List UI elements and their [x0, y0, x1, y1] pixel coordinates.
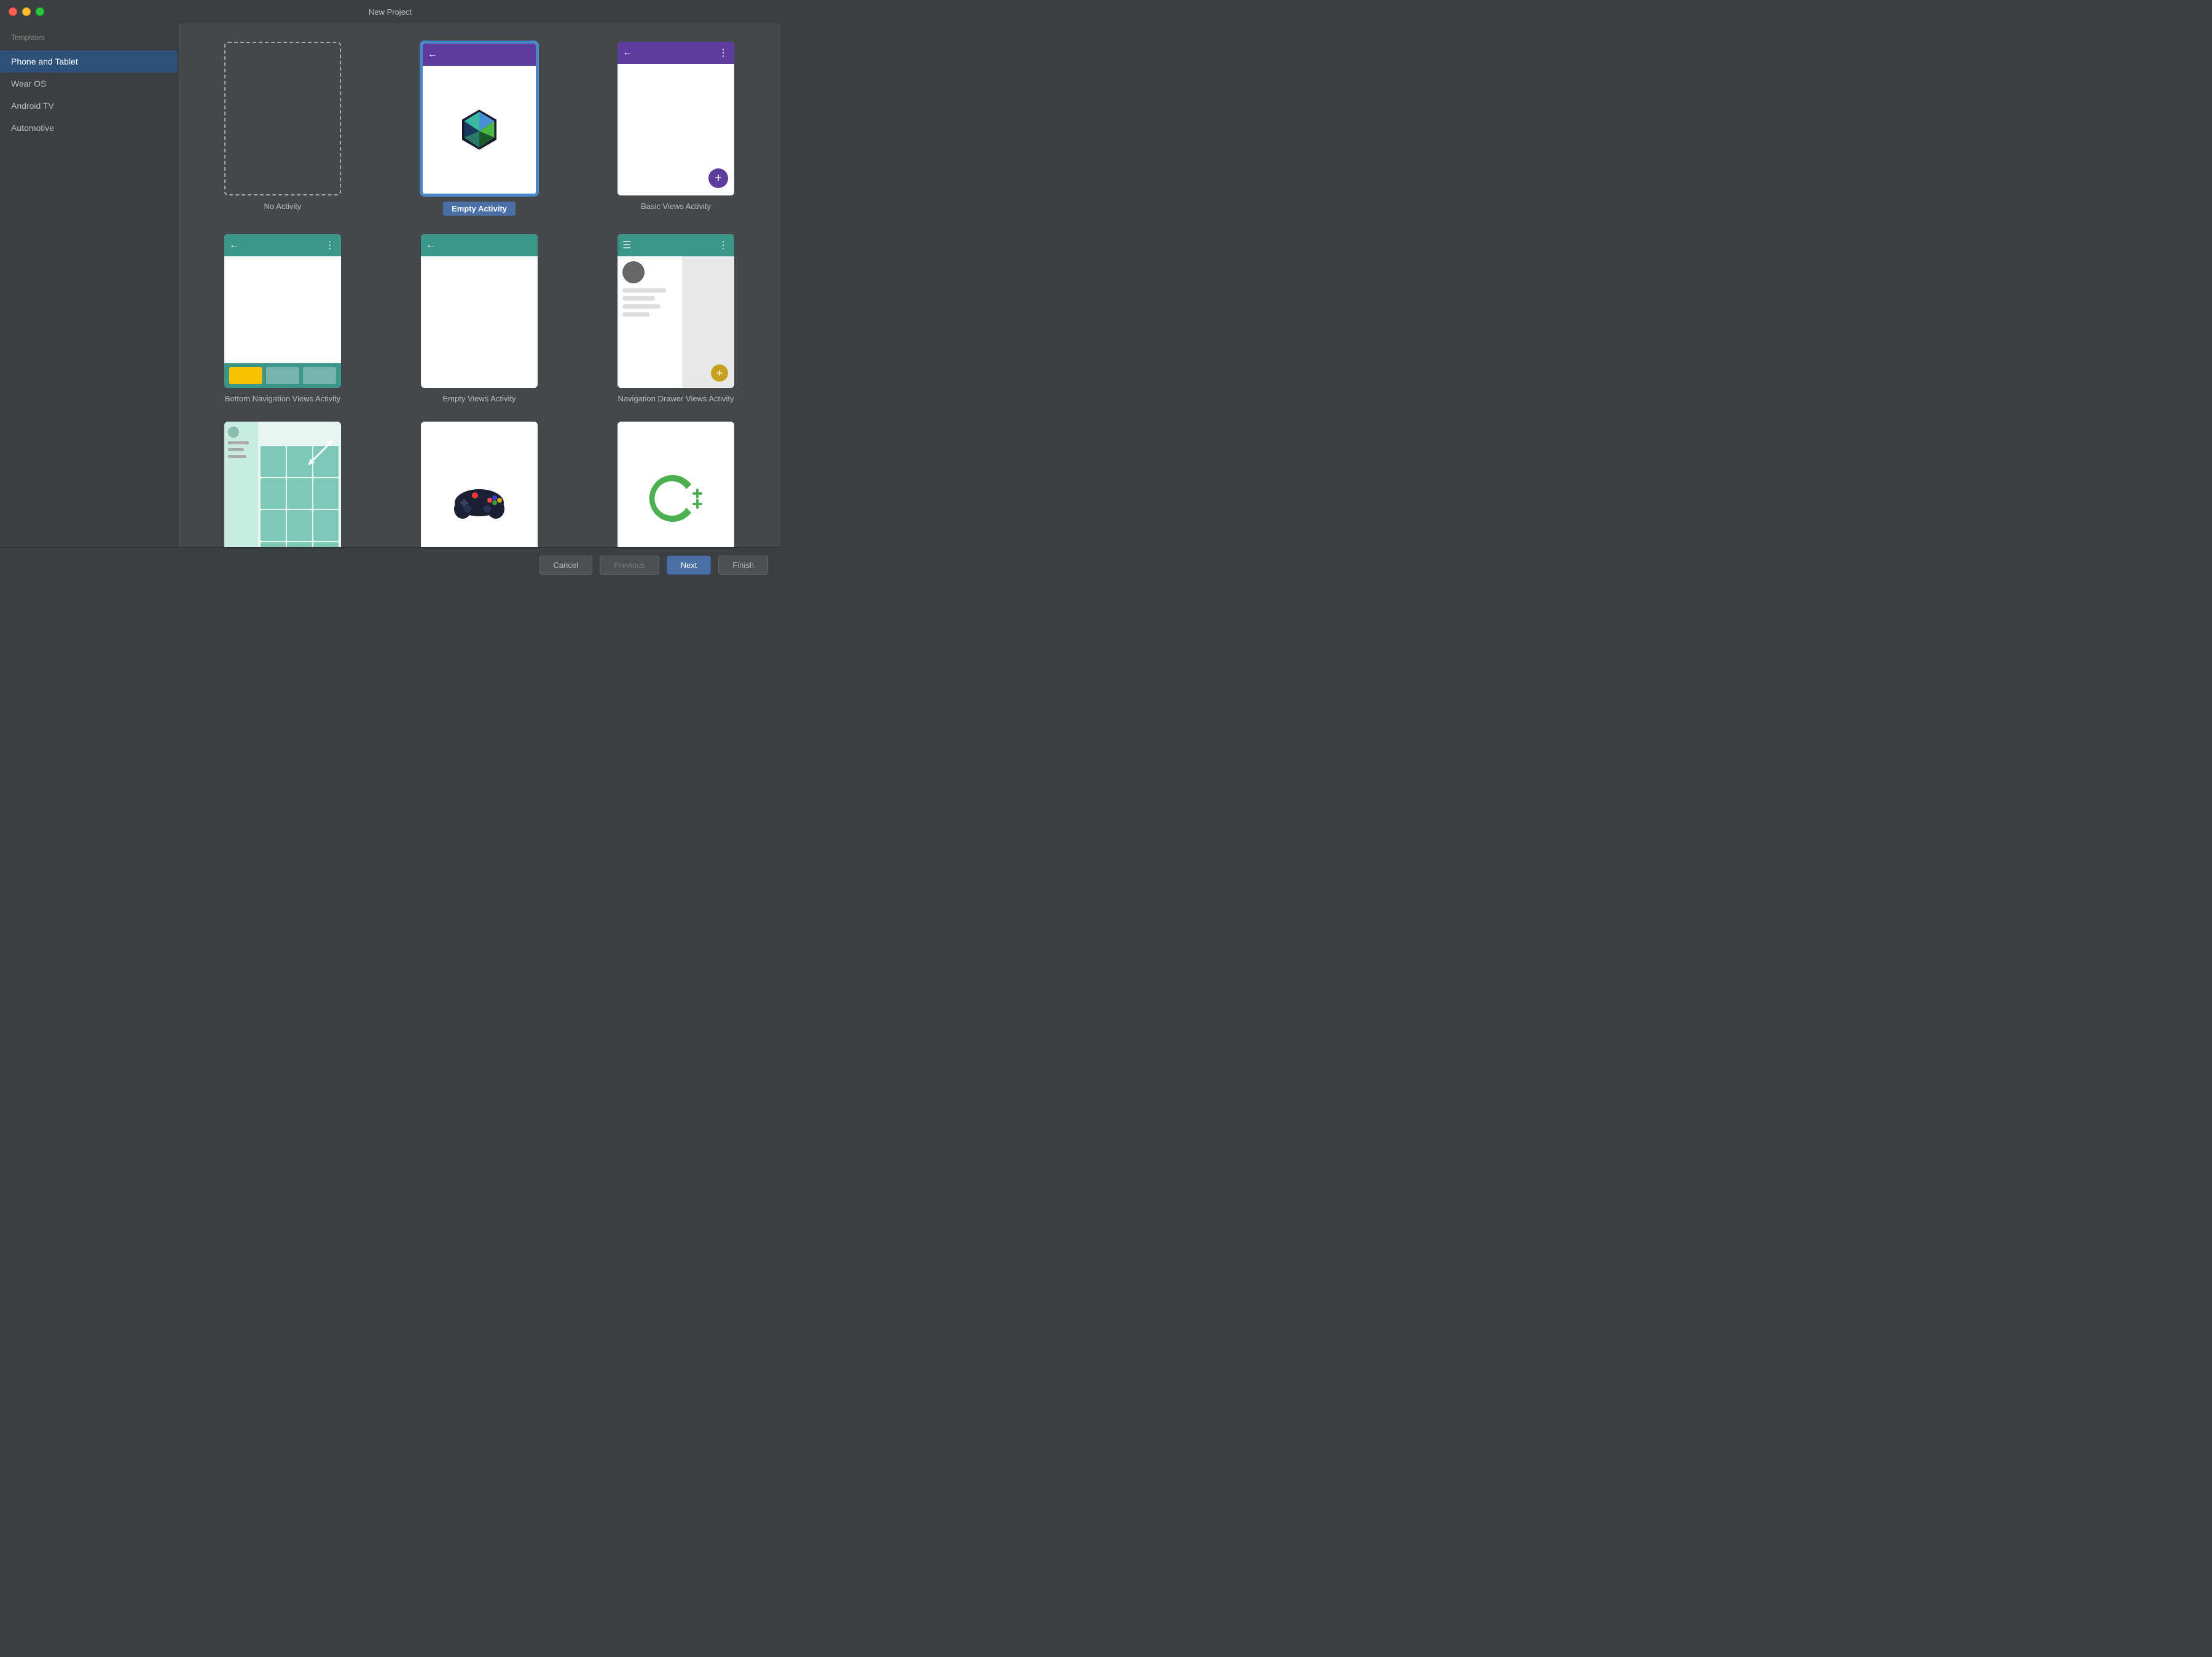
cpp-logo-icon — [648, 471, 704, 526]
phone-body-empty — [423, 66, 536, 194]
phone-mockup-empty: ← — [423, 44, 536, 194]
template-nav-drawer-label: Navigation Drawer Views Activity — [618, 394, 734, 403]
template-no-activity[interactable]: No Activity — [197, 42, 369, 216]
template-no-activity-label: No Activity — [264, 202, 302, 211]
phone-mockup-basic: ← ⋮ + — [618, 42, 734, 195]
template-bottom-nav-label: Bottom Navigation Views Activity — [225, 394, 340, 403]
template-basic-views-label: Basic Views Activity — [641, 202, 711, 211]
drawer-line-3 — [622, 304, 661, 309]
phone-mockup-bottom-nav: ← ⋮ — [224, 234, 341, 388]
drawer-line-2 — [622, 296, 655, 301]
close-button[interactable] — [9, 7, 17, 16]
empty-views-preview: ← — [421, 234, 538, 388]
sidebar: Templates Phone and Tablet Wear OS Andro… — [0, 23, 178, 547]
empty-activity-preview: ← — [421, 42, 538, 195]
resize-arrow-icon — [305, 437, 336, 468]
resp-cell-7 — [261, 510, 286, 541]
nav-drawer-body: + — [618, 256, 734, 388]
topbar-dots-basic-icon: ⋮ — [718, 47, 729, 59]
resp-line-1 — [228, 441, 249, 444]
phone-body-bottom-nav — [224, 256, 341, 363]
drawer-header-avatar — [622, 261, 645, 283]
drawer-panel — [618, 256, 682, 388]
resp-cell-12 — [313, 542, 339, 547]
window-title: New Project — [369, 7, 412, 17]
cancel-button[interactable]: Cancel — [539, 556, 592, 575]
game-preview — [421, 422, 538, 547]
template-empty-activity[interactable]: ← — [393, 42, 565, 216]
templates-grid: No Activity ← — [197, 42, 762, 547]
fab-plus-basic: + — [708, 168, 728, 188]
maximize-button[interactable] — [36, 7, 44, 16]
template-responsive-table[interactable]: + Responsive Views Activity — [197, 422, 369, 547]
resp-line-2 — [228, 448, 244, 451]
sidebar-item-automotive[interactable]: Automotive — [0, 117, 178, 139]
back-arrow-bottom-nav-icon: ← — [229, 240, 239, 251]
resp-cell-1 — [261, 446, 286, 477]
template-bottom-nav[interactable]: ← ⋮ Bottom Navigation Views Activity — [197, 234, 369, 403]
bottom-nav-tab-2 — [266, 367, 299, 384]
phone-body-empty-views — [421, 256, 538, 388]
game-controller-icon — [452, 477, 507, 520]
main-layout: Templates Phone and Tablet Wear OS Andro… — [0, 23, 780, 547]
resp-dot-icon — [228, 427, 239, 438]
template-nav-drawer[interactable]: ☰ ⋮ + — [590, 234, 762, 403]
phone-mockup-empty-views: ← — [421, 234, 538, 388]
bottom-nav-preview: ← ⋮ — [224, 234, 341, 388]
resp-line-3 — [228, 455, 246, 458]
phone-topbar-empty: ← — [423, 44, 536, 66]
phone-mockup-nav-drawer: ☰ ⋮ + — [618, 234, 734, 388]
back-arrow-empty-views-icon: ← — [426, 240, 436, 251]
template-empty-views[interactable]: ← Empty Views Activity — [393, 234, 565, 403]
back-arrow-icon: ← — [428, 49, 437, 60]
sidebar-item-phone-tablet[interactable]: Phone and Tablet — [0, 50, 178, 73]
resp-cell-11 — [287, 542, 312, 547]
template-empty-views-label: Empty Views Activity — [443, 394, 516, 403]
no-activity-preview — [224, 42, 341, 195]
drawer-line-4 — [622, 312, 649, 317]
nav-drawer-preview: ☰ ⋮ + — [618, 234, 734, 388]
cpp-preview — [618, 422, 734, 547]
phone-topbar-bottom-nav: ← ⋮ — [224, 234, 341, 256]
template-game[interactable]: Game Activity — [393, 422, 565, 547]
resp-cell-5 — [287, 478, 312, 509]
phone-body-basic: + — [618, 64, 734, 195]
title-bar: New Project — [0, 0, 780, 23]
drawer-right-panel: + — [682, 256, 735, 388]
phone-topbar-empty-views: ← — [421, 234, 538, 256]
minimize-button[interactable] — [22, 7, 31, 16]
sidebar-heading: Templates — [0, 30, 178, 50]
responsive-table-preview: + — [224, 422, 341, 547]
bottom-nav-bar — [224, 363, 341, 388]
back-arrow-basic-icon: ← — [622, 47, 632, 58]
bottom-nav-tab-active — [229, 367, 262, 384]
template-basic-views[interactable]: ← ⋮ + Basic Views Activity — [590, 42, 762, 216]
sidebar-item-wear-os[interactable]: Wear OS — [0, 73, 178, 95]
template-cpp[interactable]: Native C++ — [590, 422, 762, 547]
phone-topbar-nav-drawer: ☰ ⋮ — [618, 234, 734, 256]
basic-views-preview: ← ⋮ + — [618, 42, 734, 195]
resp-left-panel — [224, 422, 258, 547]
resp-cell-6 — [313, 478, 339, 509]
next-button[interactable]: Next — [667, 556, 712, 575]
traffic-lights — [9, 7, 44, 16]
drawer-line-1 — [622, 288, 666, 293]
back-arrow-nav-drawer-icon: ☰ — [622, 239, 631, 251]
footer: Cancel Previous Next Finish — [0, 547, 780, 583]
template-empty-activity-label: Empty Activity — [443, 202, 516, 216]
resp-cell-9 — [313, 510, 339, 541]
topbar-dots-nav-drawer-icon: ⋮ — [718, 239, 729, 251]
android-logo-icon — [458, 108, 501, 151]
resp-cell-4 — [261, 478, 286, 509]
resp-cell-8 — [287, 510, 312, 541]
phone-topbar-basic: ← ⋮ — [618, 42, 734, 64]
previous-button[interactable]: Previous — [600, 556, 659, 575]
finish-button[interactable]: Finish — [718, 556, 768, 575]
sidebar-item-android-tv[interactable]: Android TV — [0, 95, 178, 117]
templates-content: No Activity ← — [178, 23, 780, 547]
topbar-dots-bottom-nav-icon: ⋮ — [325, 239, 336, 251]
fab-plus-nav-drawer: + — [711, 364, 728, 382]
resp-cell-10 — [261, 542, 286, 547]
bottom-nav-tab-3 — [303, 367, 336, 384]
